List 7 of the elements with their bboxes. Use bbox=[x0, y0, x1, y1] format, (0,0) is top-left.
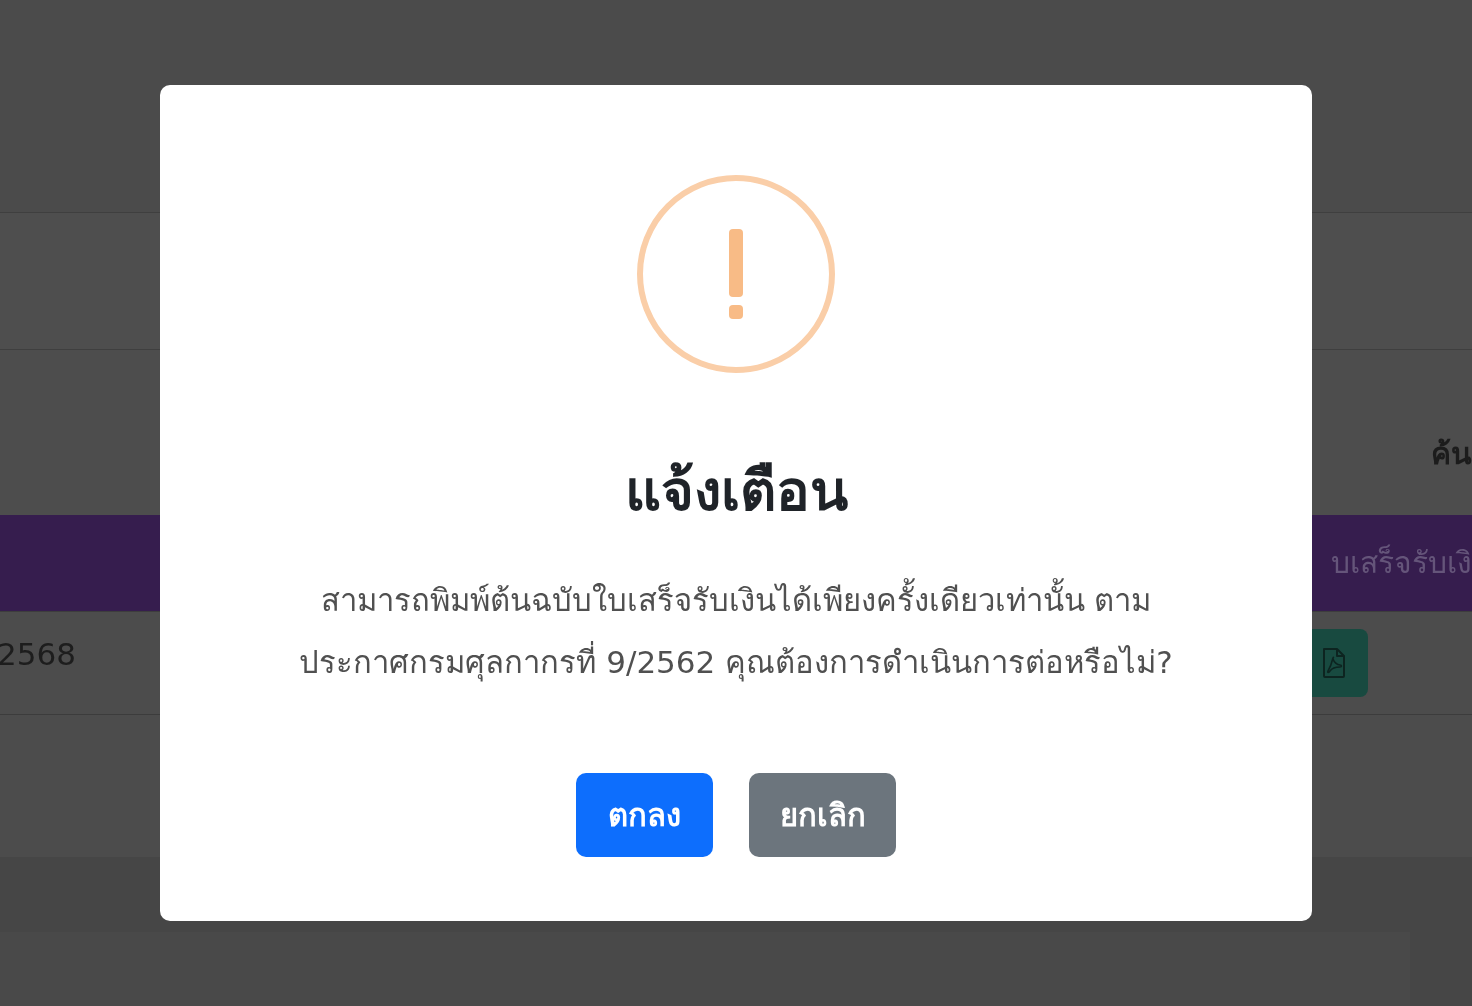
warning-icon bbox=[637, 175, 835, 373]
column-header: บเสร็จรับเงิ bbox=[1331, 543, 1472, 582]
dialog-title: แจ้งเตือน bbox=[624, 457, 848, 525]
dialog-message: สามารถพิมพ์ต้นฉบับใบเสร็จรับเงินได้เพียงครั้งเดียวเท่านั้น ตาม ประกาศกรมศุลกากรที่ 9/2562 คุณต้องการดำเนินการต่อหรือไม่? bbox=[299, 569, 1173, 693]
confirm-button[interactable]: ตกลง bbox=[576, 773, 713, 857]
pdf-file-icon bbox=[1322, 648, 1346, 678]
cancel-button[interactable]: ยกเลิก bbox=[749, 773, 896, 857]
